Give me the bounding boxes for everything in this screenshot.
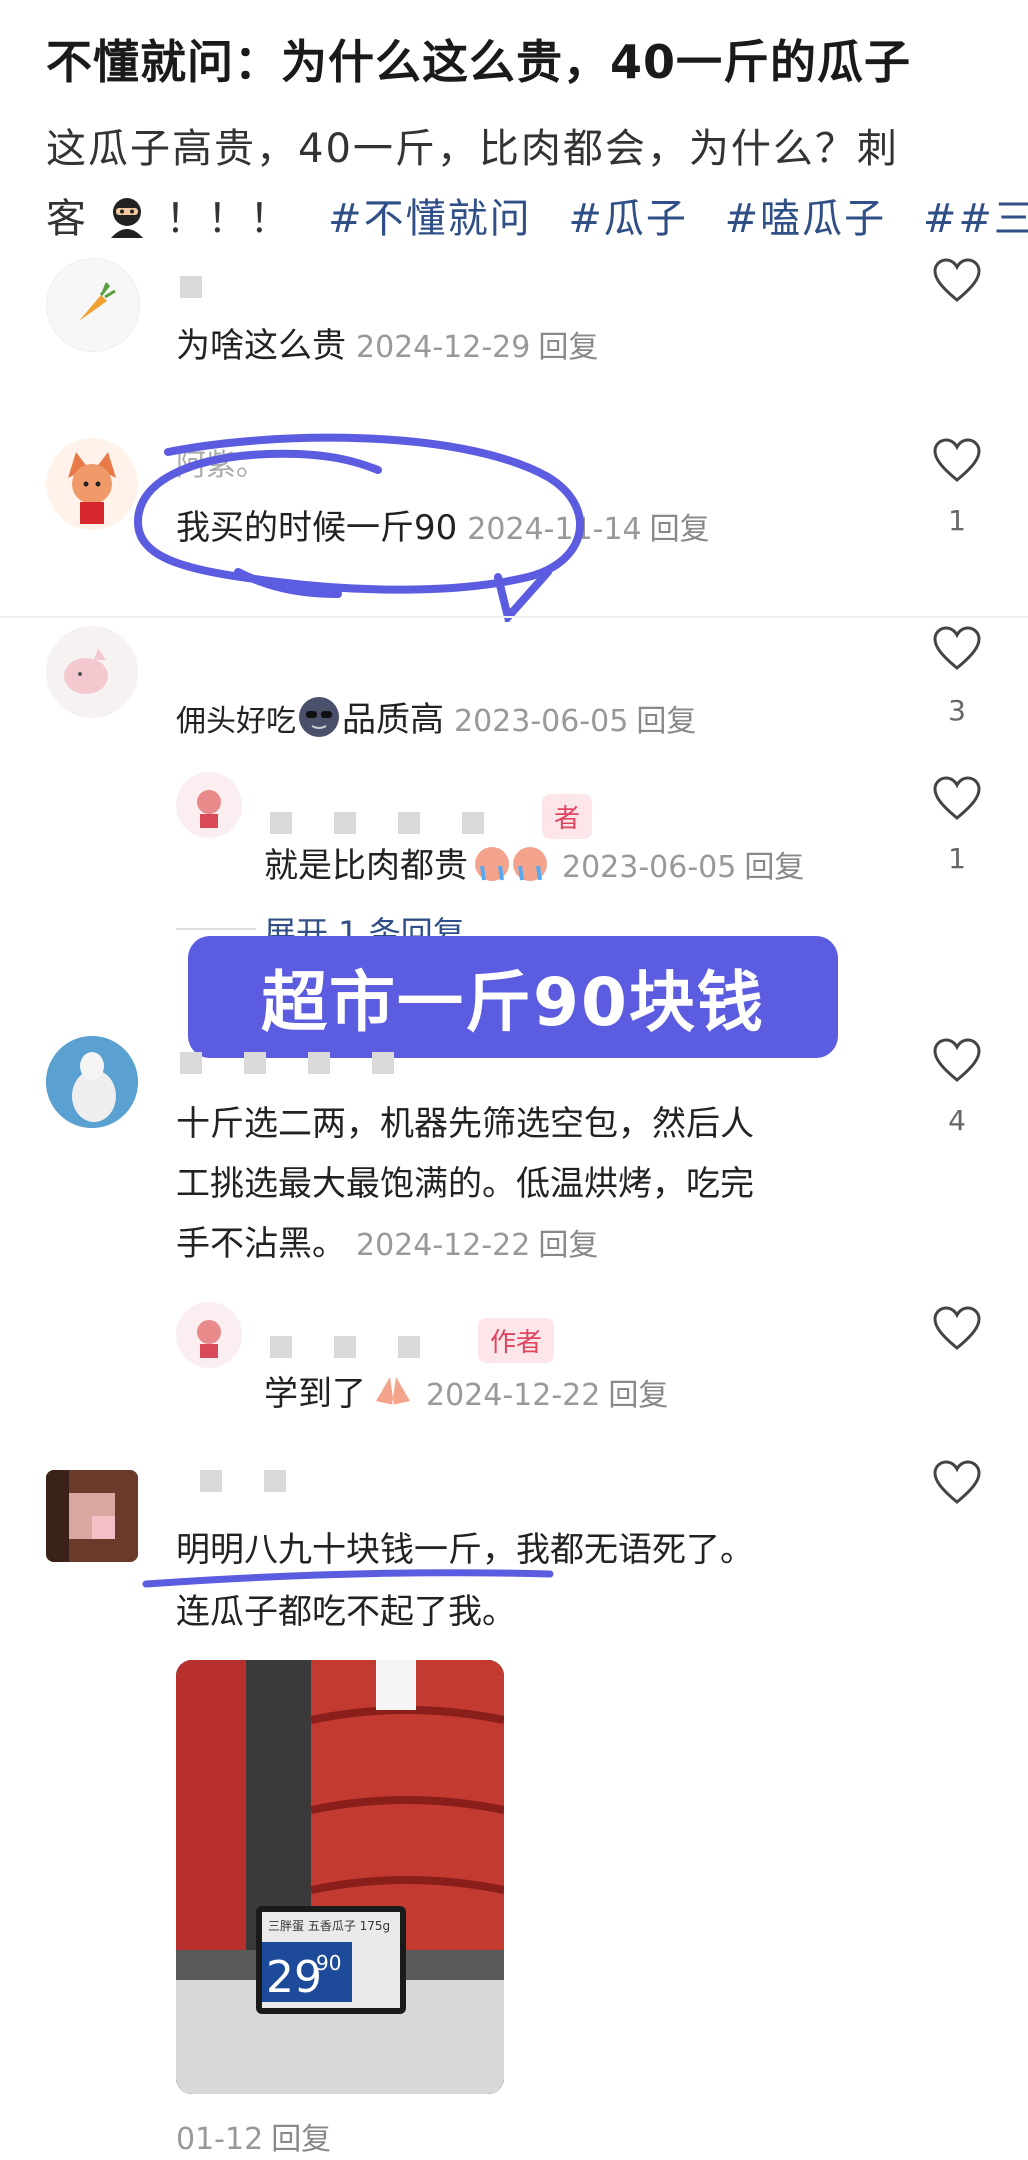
crying-emoji-icon bbox=[472, 842, 552, 893]
post-body-exclaim: ！！！ bbox=[165, 196, 292, 242]
pig-avatar-icon bbox=[46, 626, 138, 718]
divider bbox=[176, 928, 256, 930]
avatar[interactable] bbox=[46, 1036, 138, 1128]
hashtag-3[interactable]: #嗑瓜子 bbox=[725, 196, 887, 242]
like-count: 3 bbox=[948, 694, 966, 727]
comment-date: 2024-12-22 bbox=[426, 1378, 601, 1413]
fox-girl-avatar-icon bbox=[46, 438, 138, 530]
like-heart-icon[interactable] bbox=[932, 438, 982, 484]
comment-text-line2: 工挑选最大最饱满的。低温烘烤，吃完 bbox=[176, 1164, 754, 1204]
price-tag-cents: 90 bbox=[316, 1951, 341, 1975]
reply-button[interactable]: 回复 bbox=[650, 512, 710, 547]
avatar[interactable] bbox=[46, 438, 138, 530]
username-blurred bbox=[180, 276, 244, 298]
ninja-emoji-icon bbox=[103, 192, 151, 250]
comment-date: 2024-12-22 bbox=[356, 1228, 531, 1263]
comment-date: 01-12 bbox=[176, 2122, 264, 2157]
hashtag-1[interactable]: #不懂就问 bbox=[328, 196, 532, 242]
reply-button[interactable]: 回复 bbox=[636, 704, 696, 739]
like-heart-icon[interactable] bbox=[932, 258, 982, 304]
username-blurred bbox=[180, 1052, 436, 1074]
price-tag-main: 29 bbox=[266, 1952, 322, 2003]
avatar[interactable] bbox=[46, 626, 138, 718]
author-badge: 作者 bbox=[478, 1318, 555, 1363]
username-blurred: 者 bbox=[270, 794, 593, 839]
post-body-prefix: 客 bbox=[46, 196, 88, 242]
clasped-hands-emoji-icon bbox=[370, 1371, 416, 1420]
like-count: 1 bbox=[948, 504, 966, 537]
reply-button[interactable]: 回复 bbox=[608, 1378, 668, 1413]
avatar[interactable] bbox=[176, 772, 242, 838]
comment-photo[interactable]: 三胖蛋 五香瓜子 175g 29 90 bbox=[176, 1660, 504, 2094]
like-heart-icon[interactable] bbox=[932, 1460, 982, 1506]
comment-date: 2024-12-29 bbox=[356, 330, 531, 365]
reply-button[interactable]: 回复 bbox=[538, 1228, 598, 1263]
sunglasses-emoji-icon bbox=[298, 696, 340, 747]
price-tag-product: 三胖蛋 五香瓜子 175g bbox=[268, 1919, 390, 1933]
overlay-caption: 超市一斤90块钱 bbox=[188, 936, 838, 1058]
comment-text-line2: 连瓜子都吃不起了我。 bbox=[176, 1592, 516, 1632]
girl-avatar-icon bbox=[176, 772, 242, 838]
comment-text-line1: 十斤选二两，机器先筛选空包，然后人 bbox=[176, 1104, 754, 1144]
like-heart-icon[interactable] bbox=[932, 1306, 982, 1352]
username-blurred: 作者 bbox=[270, 1318, 555, 1363]
carrot-icon bbox=[79, 282, 116, 321]
reply-button[interactable]: 回复 bbox=[538, 330, 598, 365]
comment-date: 2023-06-05 bbox=[454, 704, 629, 739]
username-blurred bbox=[200, 1470, 328, 1492]
like-heart-icon[interactable] bbox=[932, 626, 982, 672]
comment-meta: 01-12 回复 bbox=[176, 2114, 331, 2158]
pixelated-avatar-icon bbox=[46, 1470, 138, 1562]
hashtag-2[interactable]: #瓜子 bbox=[568, 196, 688, 242]
post-body-line2: 客 ！！！ #不懂就问 #瓜子 #嗑瓜子 ##三 bbox=[46, 186, 1028, 250]
like-count: 4 bbox=[948, 1104, 966, 1137]
girl-avatar-icon bbox=[176, 1302, 242, 1368]
sunflower-seed-shelf-image: 三胖蛋 五香瓜子 175g 29 90 bbox=[176, 1660, 504, 2094]
comment-text: 手不沾黑。 2024-12-22 回复 bbox=[176, 1224, 599, 1264]
author-badge: 者 bbox=[542, 794, 593, 839]
avatar[interactable] bbox=[46, 258, 140, 352]
reply-button[interactable]: 回复 bbox=[744, 850, 804, 885]
comment-text: 佣头好吃 品质高 2023-06-05 回复 bbox=[176, 692, 696, 747]
comment-text: 为啥这么贵 2024-12-29 回复 bbox=[176, 326, 599, 366]
divider bbox=[0, 616, 1028, 618]
alpaca-avatar-icon bbox=[46, 1036, 138, 1128]
like-heart-icon[interactable] bbox=[932, 776, 982, 822]
avatar[interactable] bbox=[176, 1302, 242, 1368]
like-count: 1 bbox=[948, 842, 966, 875]
post-title: 不懂就问：为什么这么贵，40一斤的瓜子 bbox=[46, 35, 912, 89]
reply-button[interactable]: 回复 bbox=[271, 2122, 331, 2157]
comment-date: 2023-06-05 bbox=[562, 850, 737, 885]
post-body-line1: 这瓜子高贵，40一斤，比肉都会，为什么？刺 bbox=[46, 126, 899, 172]
comment-text: 学到了 2024-12-22 回复 bbox=[264, 1366, 668, 1420]
like-heart-icon[interactable] bbox=[932, 1038, 982, 1084]
comment-text: 就是比肉都贵 2023-06-05 回复 bbox=[264, 838, 804, 893]
hashtag-4[interactable]: ##三 bbox=[923, 196, 1028, 242]
hand-drawn-circle-annotation bbox=[133, 433, 584, 622]
avatar[interactable] bbox=[46, 1470, 138, 1562]
